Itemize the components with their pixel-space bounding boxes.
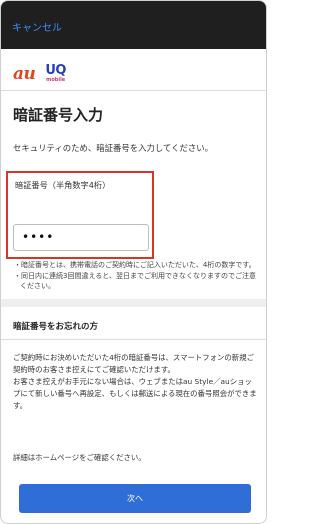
header-divider [1,90,266,91]
uq-mobile-logo: UQ mobile [45,64,66,83]
forgot-divider [1,339,266,340]
next-button[interactable]: 次へ [19,484,251,513]
page-lead-text: セキュリティのため、暗証番号を入力してください。 [13,143,213,153]
uq-logo-mark: UQ [45,63,66,78]
brand-logos: au UQ mobile [13,59,66,83]
app-frame: キャンセル au UQ mobile 暗証番号入力 セキュリティのため、暗証番号… [0,0,267,524]
top-bar: キャンセル [1,1,266,49]
forgot-pin-heading: 暗証番号をお忘れの方 [13,322,99,332]
au-logo: au [13,64,36,84]
pin-input[interactable]: •••• [13,224,149,251]
pin-note: ・同日内に連続3回間違えると、翌日までご利用できなくなりますのでご注意ください。 [14,271,256,291]
page-title: 暗証番号入力 [13,106,104,124]
forgot-pin-body: ご契約時にお決めいただいた4桁の暗証番号は、スマートフォンの新規ご契約時のお客さ… [13,352,259,412]
forgot-pin-detail: 詳細はホームページをご確認ください。 [13,453,146,462]
forgot-pin-paragraph: ご契約時にお決めいただいた4桁の暗証番号は、スマートフォンの新規ご契約時のお客さ… [13,353,254,374]
uq-logo-subtext: mobile [46,77,66,83]
pin-note: ・暗証番号とは、携帯電話のご契約時にご記入いただいた、4桁の数字です。 [14,261,256,269]
pin-label: 暗証番号（半角数字4桁） [15,180,111,190]
forgot-pin-paragraph: お客さま控えがお手元にない場合は、ウェブまたはau Style／auショップにて… [13,377,257,410]
section-separator [1,299,266,307]
pin-field-highlight: 暗証番号（半角数字4桁） •••• [6,171,154,259]
cancel-button[interactable]: キャンセル [12,23,62,35]
pin-notes: ・暗証番号とは、携帯電話のご契約時にご記入いただいた、4桁の数字です。 ・同日内… [14,260,260,292]
